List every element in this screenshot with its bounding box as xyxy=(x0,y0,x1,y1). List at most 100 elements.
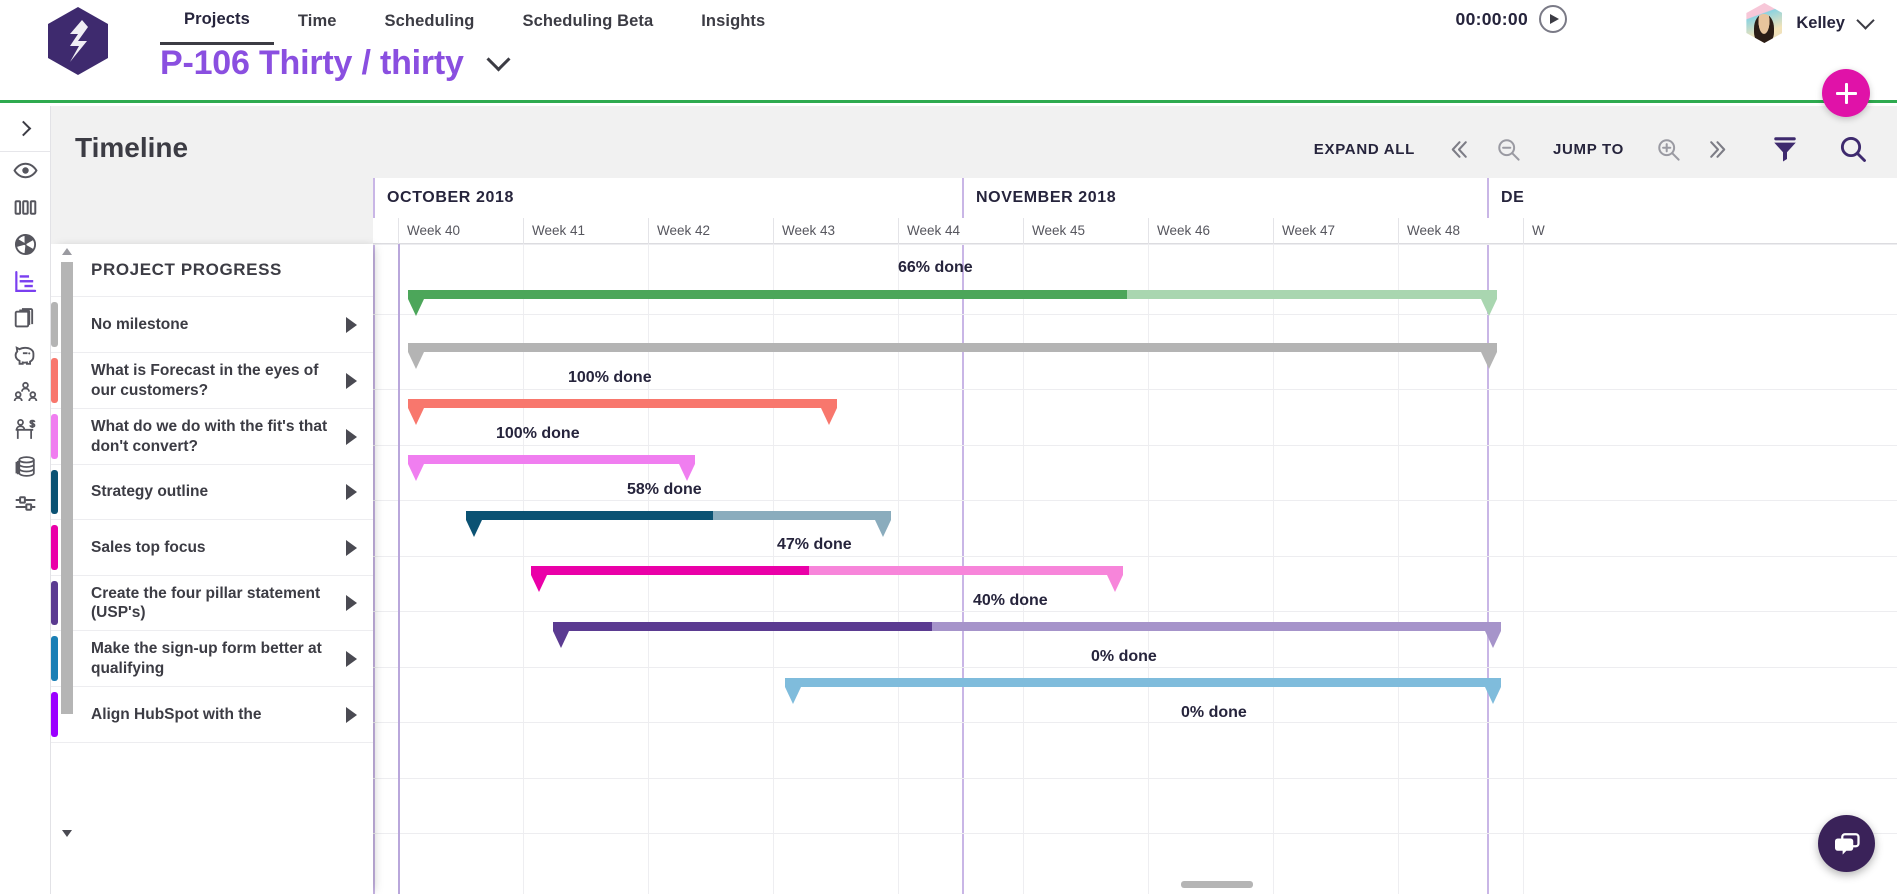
sidebar-item-budget[interactable] xyxy=(0,337,50,374)
triangle-right-icon[interactable] xyxy=(346,316,357,333)
week-label: Week 48 xyxy=(1398,218,1523,244)
list-item[interactable]: Sales top focus xyxy=(51,520,373,576)
nav-item-scheduling-beta[interactable]: Scheduling Beta xyxy=(498,1,677,44)
main-content: Timeline EXPAND ALL JUMP TO OCTOBER 2018… xyxy=(51,106,1897,894)
gantt-bar-task[interactable] xyxy=(466,511,891,537)
sidebar-item-team[interactable] xyxy=(0,374,50,411)
gantt-bar-no-milestone[interactable] xyxy=(408,343,1497,369)
week-label: Week 47 xyxy=(1273,218,1398,244)
task-name: Create the four pillar statement (USP's) xyxy=(91,584,321,621)
triangle-right-icon[interactable] xyxy=(346,650,357,667)
scrollbar-thumb[interactable] xyxy=(61,262,73,714)
color-swatch xyxy=(51,692,58,737)
color-swatch xyxy=(51,470,58,514)
progress-label: 100% done xyxy=(496,425,580,442)
sidebar-item-rates[interactable] xyxy=(0,411,50,448)
chevrons-right-icon[interactable] xyxy=(1693,137,1743,162)
expand-all-button[interactable]: EXPAND ALL xyxy=(1295,141,1434,158)
week-label: Week 40 xyxy=(398,218,523,244)
gantt-bar-task[interactable] xyxy=(785,678,1501,704)
month-label: NOVEMBER 2018 xyxy=(962,178,1487,218)
progress-label: 66% done xyxy=(898,259,973,276)
sidebar-item-board[interactable] xyxy=(0,189,50,226)
task-name: No milestone xyxy=(91,315,189,333)
gantt-chart: OCTOBER 2018 NOVEMBER 2018 DE Week 40 We… xyxy=(51,178,1897,894)
week-label: W xyxy=(1523,218,1648,244)
list-item[interactable]: Strategy outline xyxy=(51,465,373,520)
chevrons-left-icon[interactable] xyxy=(1434,137,1484,162)
triangle-right-icon[interactable] xyxy=(346,706,357,723)
sidebar-item-timeline[interactable] xyxy=(0,263,50,300)
nav-item-insights[interactable]: Insights xyxy=(677,1,789,44)
task-name: What is Forecast in the eyes of our cust… xyxy=(91,362,319,399)
user-name: Kelley xyxy=(1796,13,1845,32)
gantt-bar-task[interactable] xyxy=(531,566,1123,592)
progress-label: 100% done xyxy=(568,369,652,386)
add-button[interactable] xyxy=(1822,69,1870,117)
triangle-up-icon[interactable] xyxy=(62,248,72,255)
triangle-right-icon[interactable] xyxy=(346,595,357,611)
project-progress-label: PROJECT PROGRESS xyxy=(91,260,282,279)
timer-value: 00:00:00 xyxy=(1455,8,1528,29)
vertical-scrollbar[interactable] xyxy=(61,244,73,894)
gantt-bar-task[interactable] xyxy=(408,399,837,425)
project-title-row: P-106 Thirty / thirty xyxy=(160,44,511,83)
color-swatch xyxy=(51,358,58,403)
sidebar-item-overview[interactable] xyxy=(0,152,50,189)
gantt-bar-project[interactable] xyxy=(408,290,1497,316)
progress-label: 47% done xyxy=(777,536,852,553)
list-item[interactable]: What do we do with the fit's that don't … xyxy=(51,409,373,465)
list-item[interactable]: No milestone xyxy=(51,297,373,353)
triangle-right-icon[interactable] xyxy=(346,428,357,445)
triangle-right-icon[interactable] xyxy=(346,484,357,500)
sidebar-item-sprints[interactable] xyxy=(0,226,50,263)
jump-to-button[interactable]: JUMP TO xyxy=(1534,141,1643,158)
gantt-bar-task[interactable] xyxy=(408,455,695,481)
timeline-header: OCTOBER 2018 NOVEMBER 2018 DE Week 40 We… xyxy=(373,178,1897,244)
avatar xyxy=(1746,3,1783,43)
week-label: Week 44 xyxy=(898,218,962,244)
gantt-bar-task[interactable] xyxy=(553,622,1501,648)
chevron-down-icon[interactable] xyxy=(486,47,511,72)
month-label: DE xyxy=(1487,178,1897,218)
play-icon[interactable] xyxy=(1539,5,1567,33)
list-item[interactable]: Align HubSpot with the xyxy=(51,687,373,743)
color-swatch xyxy=(51,636,58,681)
progress-label: 0% done xyxy=(1091,648,1157,665)
nav-item-projects[interactable]: Projects xyxy=(160,0,274,45)
chat-bubbles-icon[interactable] xyxy=(1818,815,1875,872)
triangle-right-icon[interactable] xyxy=(346,539,357,556)
nav-item-scheduling[interactable]: Scheduling xyxy=(361,1,499,44)
color-swatch xyxy=(51,302,58,347)
task-list-panel: PROJECT PROGRESS No milestone What is Fo… xyxy=(51,244,373,894)
sidebar-item-settings[interactable] xyxy=(0,485,50,522)
expand-rail-button[interactable] xyxy=(0,106,50,152)
user-menu[interactable]: Kelley xyxy=(1746,3,1875,43)
chevron-down-icon[interactable] xyxy=(1856,10,1875,30)
forecast-hexagon-logo[interactable] xyxy=(48,7,108,75)
progress-label: 0% done xyxy=(1181,704,1247,721)
timer-widget: 00:00:00 xyxy=(1456,5,1567,33)
filter-funnel-icon[interactable] xyxy=(1743,134,1827,164)
search-icon[interactable] xyxy=(1827,134,1879,164)
main-navigation: Projects Time Scheduling Scheduling Beta… xyxy=(160,0,789,45)
week-label: Week 42 xyxy=(648,218,773,244)
color-swatch xyxy=(51,525,58,570)
task-name: Align HubSpot with the xyxy=(91,705,262,723)
color-swatch xyxy=(51,414,58,459)
nav-item-time[interactable]: Time xyxy=(274,1,361,44)
list-item[interactable]: Make the sign-up form better at qualifyi… xyxy=(51,631,373,687)
zoom-in-icon[interactable] xyxy=(1643,136,1693,163)
today-marker xyxy=(398,244,400,894)
list-item[interactable]: What is Forecast in the eyes of our cust… xyxy=(51,353,373,409)
zoom-out-icon[interactable] xyxy=(1484,136,1534,163)
sidebar-item-files[interactable] xyxy=(0,300,50,337)
triangle-right-icon[interactable] xyxy=(346,372,357,389)
task-list-header: PROJECT PROGRESS xyxy=(51,244,373,297)
horizontal-scrollbar[interactable] xyxy=(1181,881,1253,888)
list-item[interactable]: Create the four pillar statement (USP's) xyxy=(51,576,373,631)
triangle-down-icon[interactable] xyxy=(62,830,72,837)
chevron-right-icon xyxy=(15,120,31,137)
color-swatch xyxy=(51,581,58,625)
sidebar-item-invoicing[interactable] xyxy=(0,448,50,485)
